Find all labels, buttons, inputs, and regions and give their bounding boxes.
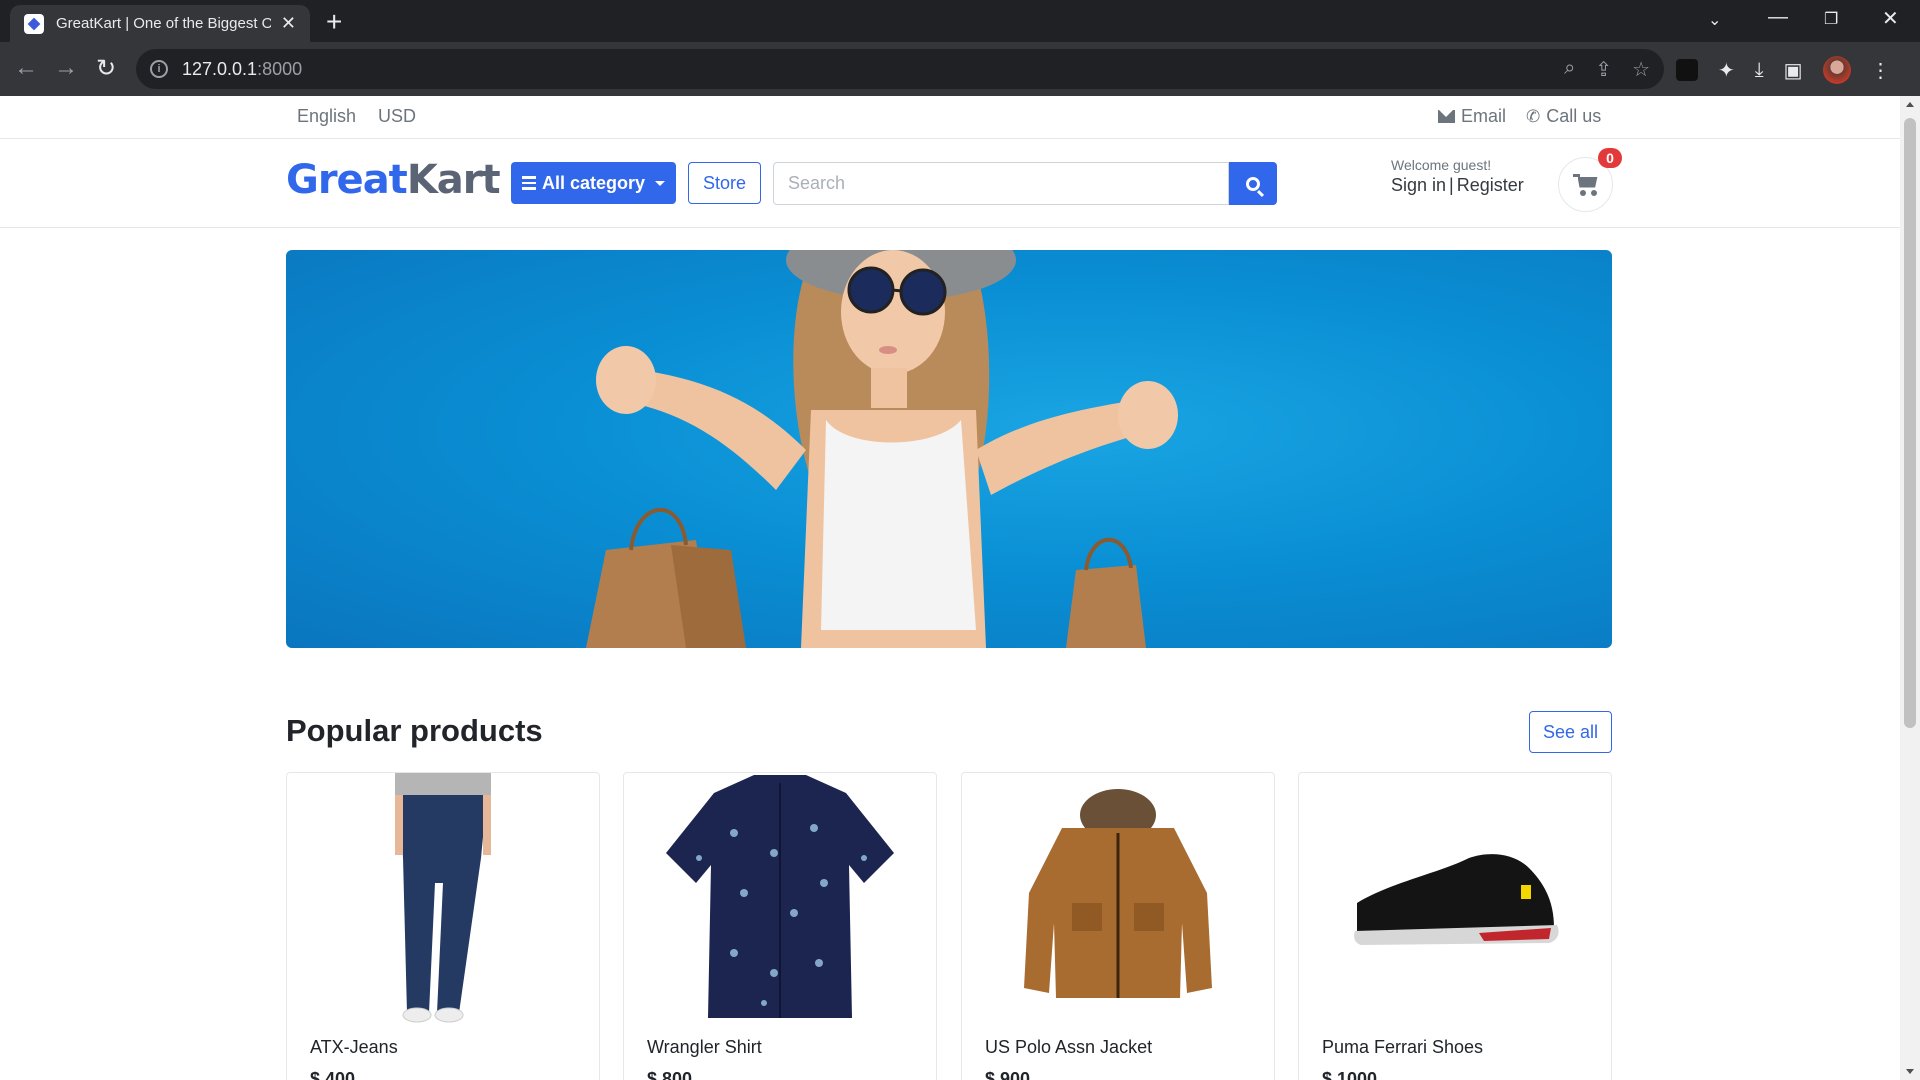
browser-tabbar: GreatKart | One of the Biggest O ✕ + ⌄ —… [0, 0, 1920, 42]
site-logo[interactable]: GreatKart [286, 157, 501, 203]
product-price: $ 800 [647, 1069, 693, 1080]
hamburger-icon [521, 176, 536, 190]
product-price: $ 1000 [1322, 1069, 1378, 1080]
email-link[interactable]: Email [1438, 106, 1506, 127]
product-card[interactable]: US Polo Assn Jacket $ 900 [961, 772, 1275, 1080]
url-text: 127.0.0.1:8000 [182, 58, 303, 79]
close-tab-icon[interactable]: ✕ [281, 13, 296, 34]
browser-tab[interactable]: GreatKart | One of the Biggest O ✕ [10, 5, 310, 42]
product-price: $ 400 [310, 1069, 356, 1080]
download-icon[interactable]: ⤓ [1755, 59, 1764, 82]
scroll-down-icon[interactable] [1906, 1069, 1914, 1074]
top-strip: English USD Email ✆ Call us [0, 96, 1900, 139]
sign-in-link[interactable]: Sign in [1391, 175, 1446, 195]
hero-woman-illustration [586, 250, 1178, 648]
search-input[interactable] [773, 162, 1229, 205]
product-image-jacket [1024, 789, 1212, 998]
welcome-text: Welcome guest! [1391, 157, 1492, 173]
register-link[interactable]: Register [1457, 175, 1524, 195]
menu-icon[interactable]: ⋮ [1871, 58, 1891, 83]
product-name[interactable]: ATX-Jeans [310, 1037, 398, 1058]
extension-icon[interactable]: ✦ [1718, 58, 1735, 83]
tab-search-icon[interactable]: ⌄ [1708, 10, 1721, 30]
cart-icon [1572, 173, 1599, 196]
back-icon[interactable]: ← [14, 54, 38, 82]
language-selector[interactable]: English [297, 106, 356, 127]
tab-title: GreatKart | One of the Biggest O [56, 15, 271, 32]
site-header: GreatKart All category Store Welcome gue… [0, 139, 1900, 228]
all-category-label: All category [541, 172, 646, 193]
extension-avatar-icon[interactable] [1676, 59, 1698, 81]
product-image-jeans [395, 773, 491, 1023]
phone-icon: ✆ [1526, 106, 1541, 126]
zoom-icon[interactable]: ⌕ [1564, 57, 1575, 82]
restore-icon[interactable]: ❐ [1824, 9, 1838, 29]
product-image-shoes [1354, 854, 1559, 945]
reload-icon[interactable]: ↻ [96, 54, 116, 83]
call-link[interactable]: ✆ Call us [1526, 106, 1601, 127]
page-scrollbar[interactable] [1900, 96, 1920, 1080]
product-name[interactable]: Wrangler Shirt [647, 1037, 762, 1058]
currency-selector[interactable]: USD [378, 106, 416, 127]
call-label: Call us [1546, 106, 1602, 126]
all-category-button[interactable]: All category [511, 162, 676, 204]
product-card[interactable]: ATX-Jeans $ 400 [286, 772, 600, 1080]
share-icon[interactable]: ⇪ [1595, 57, 1612, 82]
section-title: Popular products [286, 713, 543, 748]
caret-down-icon [655, 180, 666, 186]
product-name[interactable]: US Polo Assn Jacket [985, 1037, 1152, 1058]
forward-icon[interactable]: → [54, 54, 78, 82]
product-card[interactable]: Wrangler Shirt $ 800 [623, 772, 937, 1080]
envelope-icon [1438, 110, 1455, 123]
auth-separator: | [1449, 175, 1454, 195]
profile-avatar[interactable] [1822, 56, 1851, 84]
scroll-up-icon[interactable] [1906, 102, 1914, 107]
scroll-thumb[interactable] [1904, 118, 1916, 728]
sidepanel-icon[interactable]: ▣ [1784, 58, 1803, 83]
search-icon [1246, 176, 1260, 191]
product-name[interactable]: Puma Ferrari Shoes [1322, 1037, 1483, 1058]
site-favicon-icon [24, 13, 44, 34]
window-close-icon[interactable]: ✕ [1882, 6, 1899, 31]
search-button[interactable] [1229, 162, 1277, 205]
product-image-shirt [666, 775, 894, 1018]
email-label: Email [1461, 106, 1507, 126]
see-all-button[interactable]: See all [1529, 711, 1612, 753]
cart-count-badge: 0 [1598, 148, 1622, 168]
address-bar[interactable]: i 127.0.0.1:8000 ⌕ ⇪ ☆ [136, 49, 1664, 89]
info-icon[interactable]: i [150, 60, 168, 78]
product-price: $ 900 [985, 1069, 1031, 1080]
hero-banner[interactable] [286, 250, 1612, 648]
star-icon[interactable]: ☆ [1632, 57, 1650, 82]
store-button[interactable]: Store [688, 162, 761, 204]
product-card[interactable]: Puma Ferrari Shoes $ 1000 [1298, 772, 1612, 1080]
minimize-icon[interactable]: — [1768, 6, 1788, 29]
browser-toolbar: ← → ↻ i 127.0.0.1:8000 ⌕ ⇪ ☆ ✦ ⤓ ▣ ⋮ [0, 42, 1920, 96]
auth-links: Sign in | Register [1391, 175, 1524, 196]
new-tab-icon[interactable]: + [326, 6, 342, 38]
page-viewport: English USD Email ✆ Call us GreatKart Al… [0, 96, 1900, 1080]
